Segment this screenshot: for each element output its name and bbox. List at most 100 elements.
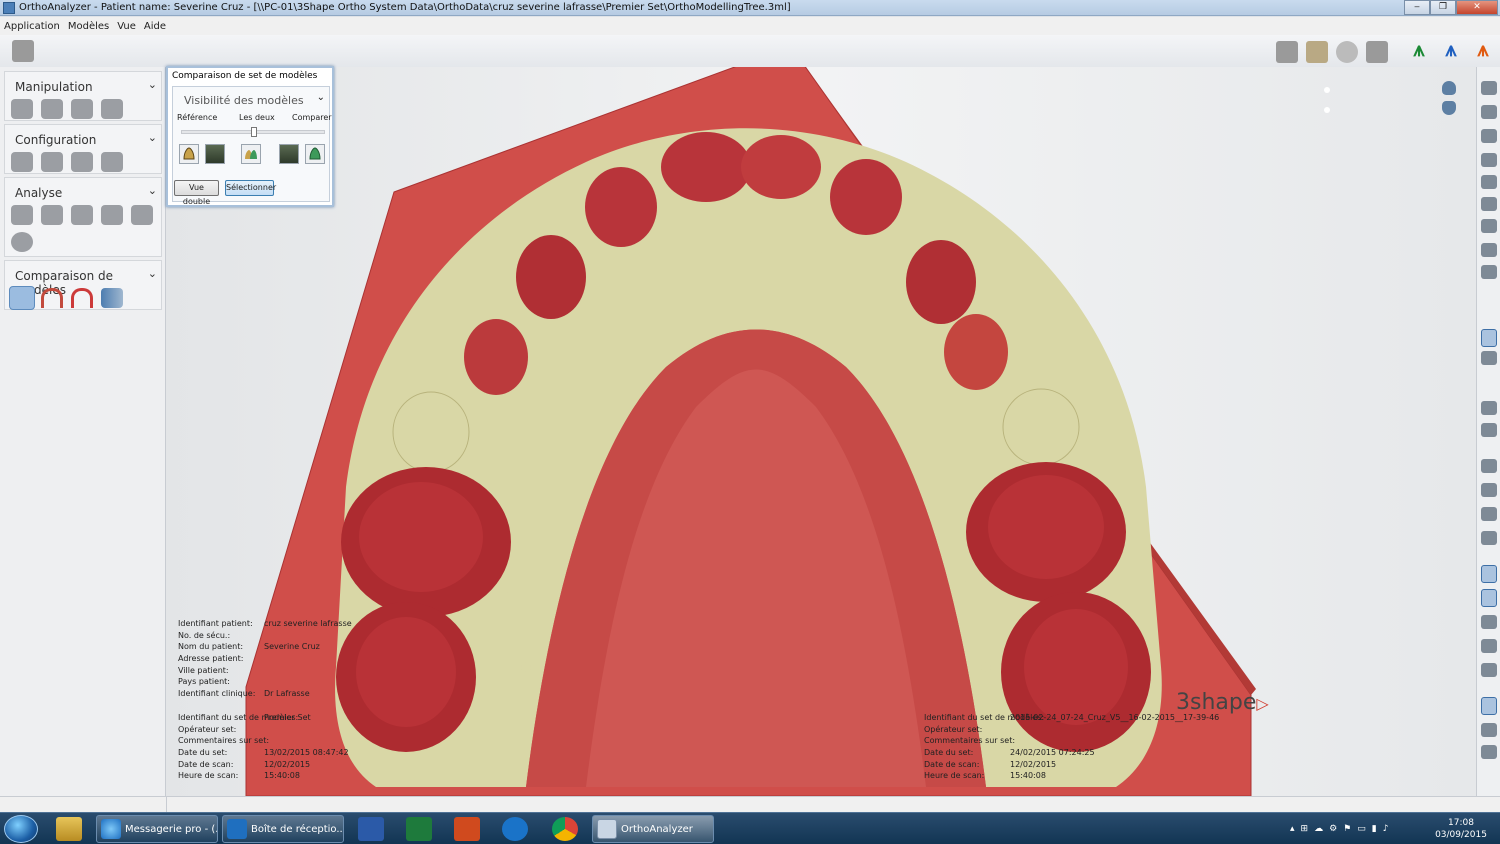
menu-application[interactable]: Application	[0, 21, 64, 32]
taskbar-item-ie[interactable]: Messagerie pro - (...	[96, 815, 218, 843]
start-button[interactable]	[4, 815, 38, 843]
solid-icon[interactable]	[1481, 663, 1497, 677]
3d-viewport[interactable]: Identifiant patient: cruz severine lafras…	[166, 67, 1476, 796]
tooth-view-button[interactable]	[1366, 41, 1388, 63]
menu-help[interactable]: Aide	[140, 21, 170, 32]
compare-model-icon[interactable]	[305, 144, 325, 164]
info-label: Commentaires sur set:	[924, 736, 1016, 746]
upper-jaw-icon[interactable]	[1442, 81, 1456, 95]
view-right-icon[interactable]	[1481, 197, 1497, 211]
socle-icon[interactable]	[71, 152, 93, 172]
close-button[interactable]: ✕	[1456, 0, 1498, 15]
visibility-dropdown[interactable]: Visibilité des modèles	[184, 94, 304, 107]
volume-icon[interactable]: ♪	[1383, 824, 1389, 834]
reference-model-icon[interactable]	[179, 144, 199, 164]
magnet-icon[interactable]	[71, 288, 93, 308]
model-measure-icon[interactable]	[131, 205, 153, 225]
frame-icon[interactable]	[1481, 483, 1497, 497]
outlook-icon	[227, 819, 247, 839]
axis-orange-icon[interactable]: ⩚	[1470, 37, 1496, 65]
color-map-icon[interactable]	[101, 288, 123, 308]
zoom-1-1-icon[interactable]	[1481, 243, 1497, 257]
pan-icon[interactable]	[1481, 723, 1497, 737]
view-back-icon[interactable]	[1481, 153, 1497, 167]
menu-models[interactable]: Modèles	[64, 21, 113, 32]
tray-expand-icon[interactable]: ▴	[1290, 824, 1295, 834]
compare-photo-icon[interactable]	[279, 144, 299, 164]
new-case-button[interactable]	[12, 40, 34, 62]
reference-photo-icon[interactable]	[205, 144, 225, 164]
signal-icon[interactable]: ▮	[1372, 824, 1377, 834]
lasso-icon[interactable]	[1481, 423, 1497, 437]
maximize-button[interactable]: ❐	[1430, 0, 1456, 15]
axis-green-icon[interactable]: ⩚	[1406, 37, 1432, 65]
tooth-trim-icon[interactable]	[71, 99, 93, 119]
view-front-icon[interactable]	[1481, 129, 1497, 143]
word-icon[interactable]	[358, 817, 384, 841]
chevron-down-icon[interactable]: ⌄	[148, 78, 157, 91]
dual-view-button[interactable]: Vue double	[174, 180, 219, 206]
upper-model-icon[interactable]	[1481, 565, 1497, 583]
chevron-down-icon[interactable]: ⌄	[148, 184, 157, 197]
powerpoint-icon[interactable]	[454, 817, 480, 841]
overlay-icon[interactable]	[1481, 615, 1497, 629]
menu-view[interactable]: Vue	[113, 21, 140, 32]
lower-model-icon[interactable]	[1481, 589, 1497, 607]
annotate-icon[interactable]	[1481, 219, 1497, 233]
disc-button[interactable]	[1336, 41, 1358, 63]
lower-jaw-icon[interactable]	[1442, 101, 1456, 115]
photo-view-icon[interactable]	[1481, 351, 1497, 365]
clock[interactable]: 17:08 03/09/2015	[1428, 817, 1494, 841]
settings-icon[interactable]: ⚙	[1329, 824, 1337, 834]
chevron-down-icon[interactable]: ⌄	[317, 92, 325, 103]
jaw-model-icon[interactable]	[1481, 531, 1497, 545]
chevron-down-icon[interactable]: ⌄	[148, 267, 157, 280]
orbit-icon[interactable]	[1481, 697, 1497, 715]
info-label: Opérateur set:	[178, 724, 237, 734]
teamviewer-icon[interactable]	[502, 817, 528, 841]
select-button[interactable]: Sélectionner	[225, 180, 276, 196]
tooth-cut-icon[interactable]	[11, 99, 33, 119]
base-icon[interactable]	[41, 152, 63, 172]
box-view-icon[interactable]	[1481, 459, 1497, 473]
model-compare-icon[interactable]	[9, 286, 35, 310]
display-icon[interactable]: ▭	[1357, 824, 1366, 834]
view-top-icon[interactable]	[1481, 81, 1497, 95]
space-analysis-icon[interactable]	[41, 205, 63, 225]
tooth-analysis-icon[interactable]	[11, 232, 33, 252]
model-view-button[interactable]	[1276, 41, 1298, 63]
camera-icon[interactable]	[1481, 401, 1497, 415]
explorer-icon[interactable]	[56, 817, 82, 841]
cloud-icon[interactable]: ☁	[1314, 824, 1323, 834]
view-left-icon[interactable]	[1481, 175, 1497, 189]
windows-flag-icon[interactable]: ⊞	[1301, 824, 1309, 834]
slider-thumb[interactable]	[251, 127, 257, 137]
cross-section-icon[interactable]	[101, 205, 123, 225]
both-models-icon[interactable]	[241, 144, 261, 164]
view-bottom-icon[interactable]	[1481, 105, 1497, 119]
arch-icon[interactable]	[101, 99, 123, 119]
minimize-button[interactable]: ‒	[1404, 0, 1430, 15]
arch-measure-icon[interactable]	[11, 205, 33, 225]
texture-button[interactable]	[1306, 41, 1328, 63]
flag-icon[interactable]: ⚑	[1343, 824, 1351, 834]
excel-icon[interactable]	[406, 817, 432, 841]
chrome-icon[interactable]	[552, 817, 578, 841]
zoom-icon[interactable]	[1481, 745, 1497, 759]
close-icon: ✕	[1473, 2, 1481, 12]
occlusion-icon[interactable]	[71, 205, 93, 225]
visibility-slider[interactable]	[181, 127, 325, 137]
transparent-icon[interactable]	[1481, 639, 1497, 653]
taskbar-item-orthoanalyzer[interactable]: OrthoAnalyzer	[592, 815, 714, 843]
tooth-setup-icon[interactable]	[101, 152, 123, 172]
tooth-shape-icon[interactable]	[41, 99, 63, 119]
chevron-down-icon[interactable]: ⌄	[148, 131, 157, 144]
base-view-icon[interactable]	[1481, 507, 1497, 521]
axis-blue-icon[interactable]: ⩚	[1438, 37, 1464, 65]
superimpose-icon[interactable]	[41, 288, 63, 308]
texture-toggle-icon[interactable]	[1481, 329, 1497, 347]
info-value: 15:40:08	[264, 771, 300, 781]
axis-setup-icon[interactable]	[11, 152, 33, 172]
taskbar-item-outlook[interactable]: Boîte de réceptio...	[222, 815, 344, 843]
rotate-icon[interactable]	[1481, 265, 1497, 279]
